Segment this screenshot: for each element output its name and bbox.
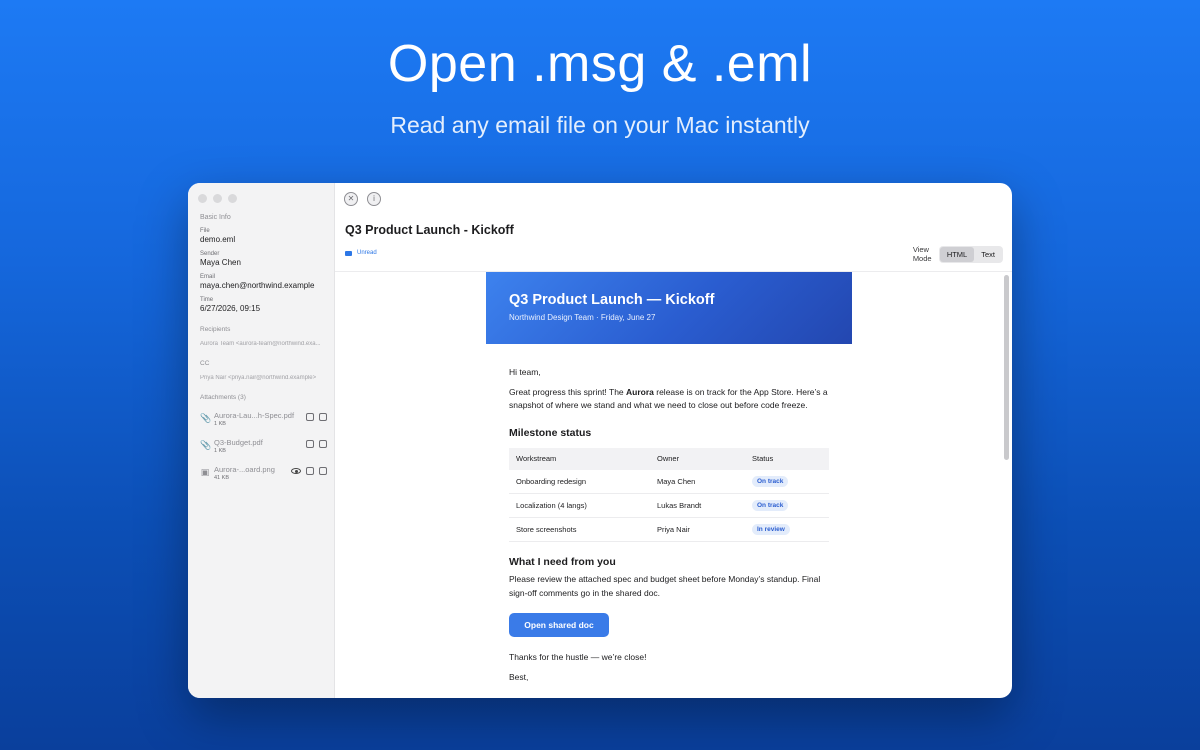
view-mode-label: View Mode xyxy=(912,245,932,263)
thanks-line: Thanks for the hustle — we’re close! xyxy=(509,652,647,662)
intro-paragraph: Great progress this sprint! The Aurora r… xyxy=(509,386,828,411)
email-content[interactable]: Q3 Product Launch — Kickoff Northwind De… xyxy=(335,272,1012,698)
banner-subtitle: Northwind Design Team · Friday, June 27 xyxy=(509,313,656,322)
view-mode-segmented: HTML Text xyxy=(938,245,1003,263)
view-mode-control: View Mode HTML Text xyxy=(913,245,1003,263)
open-external-icon[interactable] xyxy=(306,440,314,448)
close-icon[interactable]: ✕ xyxy=(344,192,358,206)
status-badge: On track xyxy=(752,475,789,487)
scrollbar-thumb[interactable] xyxy=(1004,275,1009,460)
milestone-table: Workstream Owner Status Onboarding redes… xyxy=(509,447,829,542)
table-cell: Store screenshots xyxy=(509,517,650,542)
open-shared-doc-button[interactable]: Open shared doc xyxy=(509,613,609,637)
paperclip-icon: 📎 xyxy=(200,413,212,423)
recipients-value: Aurora Team <aurora-team@northwind.exa..… xyxy=(200,341,321,347)
hero-title: Open .msg & .eml xyxy=(387,35,813,93)
main-pane: ✕ i Q3 Product Launch - Kickoff Unread V… xyxy=(335,183,1012,698)
open-external-icon[interactable] xyxy=(306,467,314,475)
sender-value: Maya Chen xyxy=(200,258,241,267)
basic-info-heading: Basic Info xyxy=(200,214,231,221)
attachment-item[interactable]: ▣ Aurora-...oard.png 41 KB xyxy=(200,463,334,482)
cc-label: CC xyxy=(200,360,210,367)
milestone-heading: Milestone status xyxy=(509,426,592,439)
greeting: Hi team, xyxy=(509,367,541,377)
toolbar: ✕ i xyxy=(344,192,381,206)
email-subject: Q3 Product Launch - Kickoff xyxy=(345,223,514,237)
sidebar: Basic Info File demo.eml Sender Maya Che… xyxy=(188,183,335,698)
file-label: File xyxy=(200,228,210,234)
save-icon[interactable] xyxy=(319,413,327,421)
email-body: Q3 Product Launch — Kickoff Northwind De… xyxy=(486,272,852,684)
table-row: Store screenshots Priya Nair In review xyxy=(509,517,829,542)
column-header: Workstream xyxy=(509,447,650,470)
table-cell: Onboarding redesign xyxy=(509,469,650,494)
email-label: Email xyxy=(200,274,216,280)
attachment-item[interactable]: 📎 Aurora-Lau...h-Spec.pdf 1 KB xyxy=(200,409,334,428)
cc-value: Priya Nair <priya.nair@northwind.example… xyxy=(200,375,317,381)
save-icon[interactable] xyxy=(319,467,327,475)
attachments-label: Attachments (3) xyxy=(200,394,246,401)
minimize-window-button[interactable] xyxy=(213,194,222,203)
email-value: maya.chen@northwind.example xyxy=(200,281,315,290)
column-header: Owner xyxy=(650,447,745,470)
table-cell: Lukas Brandt xyxy=(650,493,745,518)
table-cell: Priya Nair xyxy=(650,517,745,542)
status-badge: On track xyxy=(752,500,789,511)
time-value: 6/27/2026, 09:15 xyxy=(200,304,261,313)
close-window-button[interactable] xyxy=(198,194,207,203)
email-banner: Q3 Product Launch — Kickoff Northwind De… xyxy=(486,272,852,344)
app-window: Basic Info File demo.eml Sender Maya Che… xyxy=(188,183,1012,698)
unread-badge: Unread xyxy=(345,250,377,256)
signoff-line: Best, xyxy=(509,671,529,682)
product-name: Aurora xyxy=(626,386,654,397)
attachment-size: 41 KB xyxy=(214,474,229,481)
paperclip-icon: 📎 xyxy=(200,440,212,450)
preview-eye-icon[interactable] xyxy=(291,468,301,474)
attachment-size: 1 KB xyxy=(214,447,226,454)
image-icon: ▣ xyxy=(200,467,210,477)
table-cell: Localization (4 langs) xyxy=(509,493,650,518)
status-badge: In review xyxy=(752,524,790,535)
table-row: Localization (4 langs) Lukas Brandt On t… xyxy=(509,493,829,518)
hero-subtitle: Read any email file on your Mac instantl… xyxy=(390,112,810,138)
banner-title: Q3 Product Launch — Kickoff xyxy=(509,292,715,308)
table-row: Onboarding redesign Maya Chen On track xyxy=(509,469,829,494)
save-icon[interactable] xyxy=(319,440,327,448)
attachment-name: Q3-Budget.pdf xyxy=(214,437,263,447)
attachment-item[interactable]: 📎 Q3-Budget.pdf 1 KB xyxy=(200,436,334,455)
attachment-name: Aurora-...oard.png xyxy=(214,464,275,474)
attachment-name: Aurora-Lau...h-Spec.pdf xyxy=(214,410,295,420)
view-mode-text[interactable]: Text xyxy=(974,247,1002,262)
time-label: Time xyxy=(200,297,214,303)
unread-label: Unread xyxy=(357,250,377,256)
zoom-window-button[interactable] xyxy=(228,194,237,203)
window-controls xyxy=(198,194,237,203)
open-external-icon[interactable] xyxy=(306,413,314,421)
file-value: demo.eml xyxy=(200,235,236,244)
envelope-icon xyxy=(345,250,352,256)
need-paragraph: Please review the attached spec and budg… xyxy=(509,574,821,598)
table-header-row: Workstream Owner Status xyxy=(509,447,829,470)
column-header: Status xyxy=(745,447,829,470)
info-icon[interactable]: i xyxy=(367,192,381,206)
need-heading: What I need from you xyxy=(509,556,616,568)
attachment-size: 1 KB xyxy=(214,420,226,427)
sender-label: Sender xyxy=(200,251,220,257)
recipients-label: Recipients xyxy=(200,326,231,333)
view-mode-html[interactable]: HTML xyxy=(939,246,975,262)
table-cell: Maya Chen xyxy=(650,469,745,494)
